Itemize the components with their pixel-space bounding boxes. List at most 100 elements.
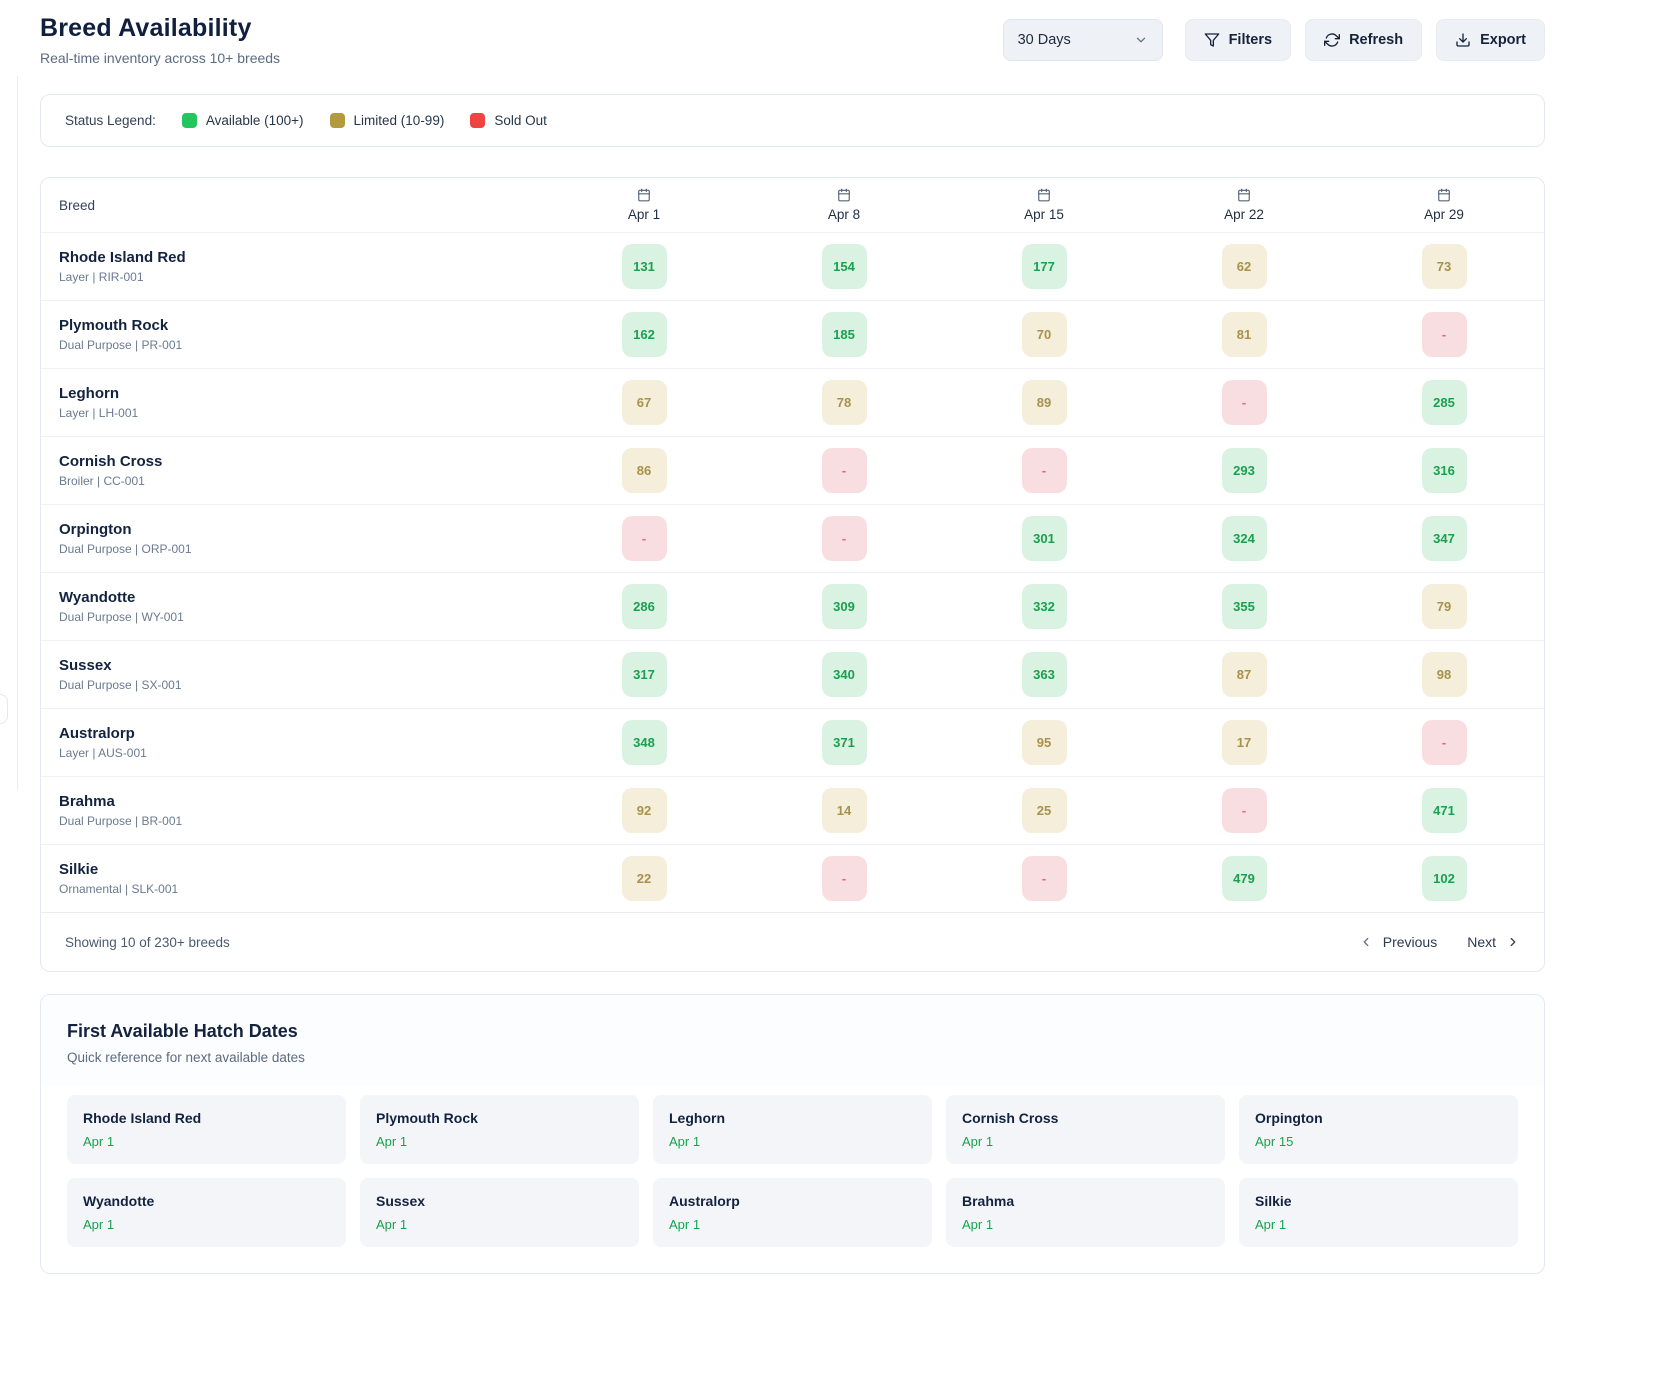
breed-meta: Dual Purpose | BR-001: [59, 814, 544, 828]
availability-cell: -: [944, 448, 1144, 493]
availability-badge[interactable]: -: [822, 856, 867, 901]
availability-badge[interactable]: -: [1222, 788, 1267, 833]
availability-badge[interactable]: 81: [1222, 312, 1267, 357]
table-row: OrpingtonDual Purpose | ORP-001--3013243…: [41, 504, 1544, 572]
breed-name: Rhode Island Red: [59, 249, 544, 266]
availability-badge[interactable]: 154: [822, 244, 867, 289]
availability-badge[interactable]: 340: [822, 652, 867, 697]
availability-badge[interactable]: 348: [622, 720, 667, 765]
hatch-date: Apr 1: [376, 1134, 623, 1149]
availability-badge[interactable]: 162: [622, 312, 667, 357]
breed-cell: SussexDual Purpose | SX-001: [41, 657, 544, 692]
availability-cell: 363: [944, 652, 1144, 697]
hatch-date: Apr 1: [83, 1217, 330, 1232]
date-column-header: Apr 29: [1344, 188, 1544, 222]
availability-cell: 14: [744, 788, 944, 833]
availability-badge[interactable]: -: [822, 516, 867, 561]
availability-badge[interactable]: 102: [1422, 856, 1467, 901]
range-select[interactable]: 30 Days: [1003, 19, 1163, 61]
refresh-icon: [1324, 32, 1340, 48]
availability-badge[interactable]: 67: [622, 380, 667, 425]
table-body: Rhode Island RedLayer | RIR-001131154177…: [41, 232, 1544, 912]
availability-badge[interactable]: 89: [1022, 380, 1067, 425]
availability-cell: 22: [544, 856, 744, 901]
availability-cell: 92: [544, 788, 744, 833]
availability-badge[interactable]: -: [622, 516, 667, 561]
next-button[interactable]: Next: [1467, 934, 1520, 950]
availability-badge[interactable]: 479: [1222, 856, 1267, 901]
availability-badge[interactable]: -: [1022, 448, 1067, 493]
availability-cell: -: [1344, 312, 1544, 357]
availability-badge[interactable]: 87: [1222, 652, 1267, 697]
breed-name: Plymouth Rock: [59, 317, 544, 334]
table-row: SilkieOrnamental | SLK-00122--479102: [41, 844, 1544, 912]
availability-badge[interactable]: 131: [622, 244, 667, 289]
availability-badge[interactable]: 471: [1422, 788, 1467, 833]
filters-button[interactable]: Filters: [1185, 19, 1292, 61]
availability-badge[interactable]: 177: [1022, 244, 1067, 289]
availability-badge[interactable]: 92: [622, 788, 667, 833]
availability-badge[interactable]: 355: [1222, 584, 1267, 629]
hatch-breed-name: Australorp: [669, 1193, 916, 1209]
availability-badge[interactable]: 98: [1422, 652, 1467, 697]
legend-label: Limited (10-99): [354, 113, 445, 128]
availability-badge[interactable]: 70: [1022, 312, 1067, 357]
availability-badge[interactable]: 371: [822, 720, 867, 765]
availability-badge[interactable]: -: [1022, 856, 1067, 901]
availability-badge[interactable]: 347: [1422, 516, 1467, 561]
availability-cell: 95: [944, 720, 1144, 765]
availability-badge[interactable]: -: [1422, 720, 1467, 765]
previous-button[interactable]: Previous: [1359, 934, 1437, 950]
availability-badge[interactable]: 25: [1022, 788, 1067, 833]
availability-badge[interactable]: 17: [1222, 720, 1267, 765]
calendar-icon: [1037, 188, 1051, 202]
availability-cell: 79: [1344, 584, 1544, 629]
availability-badge[interactable]: 86: [622, 448, 667, 493]
hatch-breed-name: Sussex: [376, 1193, 623, 1209]
availability-cell: 324: [1144, 516, 1344, 561]
availability-badge[interactable]: 79: [1422, 584, 1467, 629]
date-label: Apr 15: [1024, 207, 1064, 222]
export-button[interactable]: Export: [1436, 19, 1545, 61]
availability-cell: 348: [544, 720, 744, 765]
refresh-button[interactable]: Refresh: [1305, 19, 1422, 61]
hatch-date: Apr 1: [669, 1134, 916, 1149]
availability-badge[interactable]: 95: [1022, 720, 1067, 765]
table-row: LeghornLayer | LH-001677889-285: [41, 368, 1544, 436]
availability-badge[interactable]: -: [1222, 380, 1267, 425]
breed-name: Leghorn: [59, 385, 544, 402]
availability-badge[interactable]: 316: [1422, 448, 1467, 493]
availability-badge[interactable]: 324: [1222, 516, 1267, 561]
date-column-header: Apr 1: [544, 188, 744, 222]
availability-cell: -: [544, 516, 744, 561]
availability-badge[interactable]: 286: [622, 584, 667, 629]
sidebar-collapse-handle[interactable]: [0, 694, 8, 724]
hatch-breed-name: Cornish Cross: [962, 1110, 1209, 1126]
availability-badge[interactable]: 78: [822, 380, 867, 425]
availability-badge[interactable]: -: [1422, 312, 1467, 357]
availability-badge[interactable]: 317: [622, 652, 667, 697]
availability-badge[interactable]: -: [822, 448, 867, 493]
availability-badge[interactable]: 293: [1222, 448, 1267, 493]
legend-item: Available (100+): [182, 113, 304, 128]
availability-badge[interactable]: 309: [822, 584, 867, 629]
table-row: Cornish CrossBroiler | CC-00186--293316: [41, 436, 1544, 504]
availability-badge[interactable]: 363: [1022, 652, 1067, 697]
availability-badge[interactable]: 301: [1022, 516, 1067, 561]
download-icon: [1455, 32, 1471, 48]
breed-cell: Plymouth RockDual Purpose | PR-001: [41, 317, 544, 352]
next-label: Next: [1467, 934, 1496, 950]
availability-badge[interactable]: 332: [1022, 584, 1067, 629]
availability-badge[interactable]: 62: [1222, 244, 1267, 289]
availability-badge[interactable]: 14: [822, 788, 867, 833]
availability-badge[interactable]: 185: [822, 312, 867, 357]
chevron-down-icon: [1134, 33, 1148, 47]
availability-badge[interactable]: 73: [1422, 244, 1467, 289]
availability-badge[interactable]: 285: [1422, 380, 1467, 425]
availability-badge[interactable]: 22: [622, 856, 667, 901]
table-row: WyandotteDual Purpose | WY-0012863093323…: [41, 572, 1544, 640]
availability-cell: 347: [1344, 516, 1544, 561]
legend-label: Sold Out: [494, 113, 547, 128]
hatch-breed-name: Leghorn: [669, 1110, 916, 1126]
availability-cell: -: [944, 856, 1144, 901]
